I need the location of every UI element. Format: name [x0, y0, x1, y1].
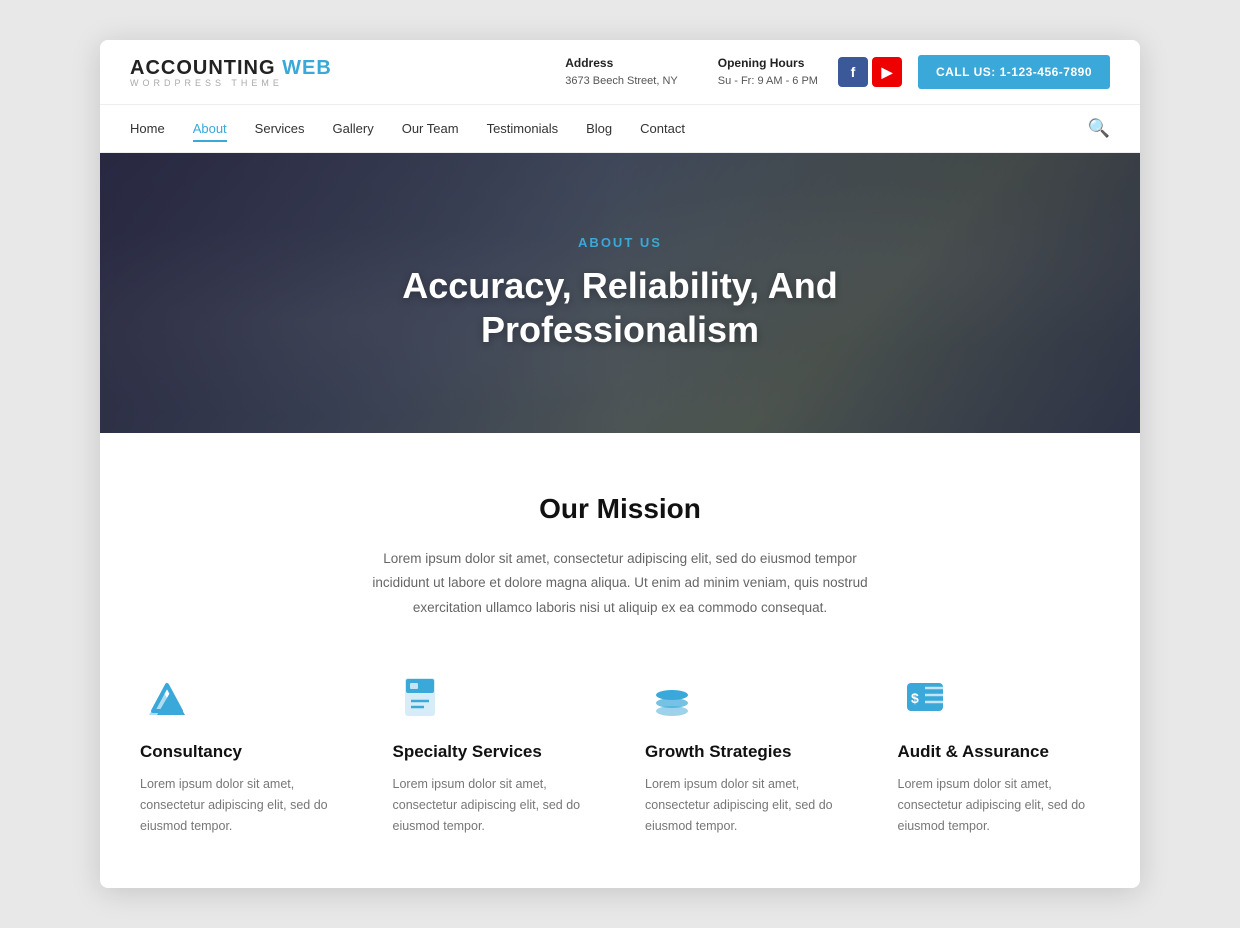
nav-link-services[interactable]: Services	[255, 117, 305, 140]
nav-item-home[interactable]: Home	[130, 120, 165, 138]
nav-item-blog[interactable]: Blog	[586, 120, 612, 138]
call-button[interactable]: CALL US: 1-123-456-7890	[918, 55, 1110, 89]
top-bar-info: Address 3673 Beech Street, NY Opening Ho…	[565, 54, 818, 91]
address-label: Address	[565, 54, 678, 73]
nav-item-testimonials[interactable]: Testimonials	[487, 120, 559, 138]
specialty-text: Lorem ipsum dolor sit amet, consectetur …	[393, 774, 596, 838]
audit-title: Audit & Assurance	[898, 742, 1101, 762]
mission-title: Our Mission	[130, 493, 1110, 525]
growth-text: Lorem ipsum dolor sit amet, consectetur …	[645, 774, 848, 838]
logo-text: ACCOUNTING WEB	[130, 57, 332, 80]
growth-icon	[645, 670, 699, 724]
hours-value: Su - Fr: 9 AM - 6 PM	[718, 73, 818, 91]
youtube-button[interactable]: ▶	[872, 57, 902, 87]
browser-window: ACCOUNTING WEB WORDPRESS THEME Address 3…	[100, 40, 1140, 888]
mission-section: Our Mission Lorem ipsum dolor sit amet, …	[100, 433, 1140, 670]
hero-title: Accuracy, Reliability, And Professionali…	[340, 264, 900, 350]
consultancy-text: Lorem ipsum dolor sit amet, consectetur …	[140, 774, 343, 838]
nav-link-blog[interactable]: Blog	[586, 117, 612, 140]
service-audit: $ Audit & Assurance Lorem ipsum dolor si…	[888, 670, 1111, 838]
nav-link-contact[interactable]: Contact	[640, 117, 685, 140]
logo: ACCOUNTING WEB WORDPRESS THEME	[130, 57, 332, 88]
service-growth: Growth Strategies Lorem ipsum dolor sit …	[635, 670, 858, 838]
nav-item-services[interactable]: Services	[255, 120, 305, 138]
nav-link-testimonials[interactable]: Testimonials	[487, 117, 559, 140]
hero-section: ABOUT US Accuracy, Reliability, And Prof…	[100, 153, 1140, 433]
nav-item-gallery[interactable]: Gallery	[333, 120, 374, 138]
nav-link-home[interactable]: Home	[130, 117, 165, 140]
logo-accent: WEB	[276, 57, 332, 79]
hero-content: ABOUT US Accuracy, Reliability, And Prof…	[320, 235, 920, 350]
specialty-title: Specialty Services	[393, 742, 596, 762]
nav-item-about[interactable]: About	[193, 120, 227, 138]
hours-block: Opening Hours Su - Fr: 9 AM - 6 PM	[718, 54, 818, 91]
nav-bar: Home About Services Gallery Our Team Tes…	[100, 105, 1140, 153]
facebook-button[interactable]: f	[838, 57, 868, 87]
nav-link-ourteam[interactable]: Our Team	[402, 117, 459, 140]
hours-label: Opening Hours	[718, 54, 818, 73]
audit-icon: $	[898, 670, 952, 724]
nav-item-ourteam[interactable]: Our Team	[402, 120, 459, 138]
svg-text:$: $	[911, 690, 919, 706]
growth-title: Growth Strategies	[645, 742, 848, 762]
nav-link-about[interactable]: About	[193, 117, 227, 142]
social-icons: f ▶	[838, 57, 902, 87]
hero-subtitle: ABOUT US	[340, 235, 900, 250]
audit-text: Lorem ipsum dolor sit amet, consectetur …	[898, 774, 1101, 838]
nav-item-contact[interactable]: Contact	[640, 120, 685, 138]
consultancy-title: Consultancy	[140, 742, 343, 762]
mission-text: Lorem ipsum dolor sit amet, consectetur …	[360, 547, 880, 620]
search-icon[interactable]: 🔍	[1088, 118, 1110, 139]
services-section: Consultancy Lorem ipsum dolor sit amet, …	[100, 670, 1140, 888]
consultancy-icon	[140, 670, 194, 724]
specialty-icon	[393, 670, 447, 724]
service-specialty: Specialty Services Lorem ipsum dolor sit…	[383, 670, 606, 838]
service-consultancy: Consultancy Lorem ipsum dolor sit amet, …	[130, 670, 353, 838]
top-bar: ACCOUNTING WEB WORDPRESS THEME Address 3…	[100, 40, 1140, 105]
nav-links: Home About Services Gallery Our Team Tes…	[130, 120, 1088, 138]
nav-link-gallery[interactable]: Gallery	[333, 117, 374, 140]
address-value: 3673 Beech Street, NY	[565, 73, 678, 91]
address-block: Address 3673 Beech Street, NY	[565, 54, 678, 91]
